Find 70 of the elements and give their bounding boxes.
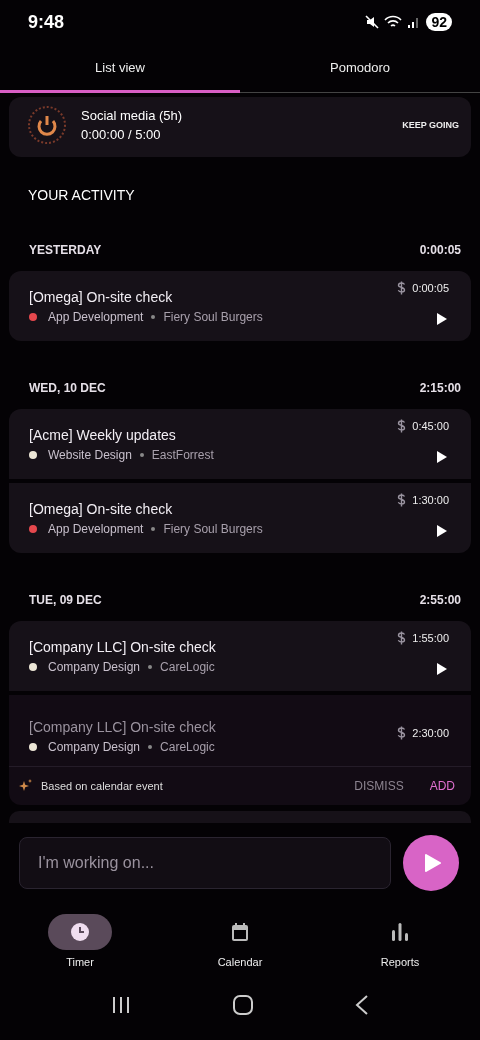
separator-dot — [148, 745, 153, 749]
home-icon[interactable] — [233, 995, 253, 1015]
dollar-icon — [397, 631, 407, 645]
time-entry-card[interactable]: [Omega] On-site check App Development Fiery Soul Burgers 0:00:05 — [9, 271, 471, 341]
separator-dot — [148, 665, 153, 669]
entry-title: [Company LLC] On-site check — [29, 639, 216, 655]
play-icon[interactable] — [437, 451, 447, 463]
recent-apps-icon[interactable] — [111, 996, 131, 1014]
client-name: CareLogic — [160, 660, 215, 674]
dismiss-button[interactable]: DISMISS — [354, 779, 404, 793]
client-name: Fiery Soul Burgers — [163, 522, 263, 536]
add-button[interactable]: ADD — [429, 779, 455, 793]
play-icon[interactable] — [437, 663, 447, 675]
entry-duration: 1:55:00 — [412, 632, 449, 644]
calendar-icon — [231, 922, 249, 942]
section-title: YOUR ACTIVITY — [28, 187, 136, 203]
keep-going-button[interactable]: KEEP GOING — [400, 120, 461, 130]
start-timer-button[interactable] — [403, 835, 459, 891]
clock-icon — [70, 922, 90, 942]
time-entry-card[interactable]: [Acme] Weekly updates Website Design EastForrest 0:45:00 — [9, 409, 471, 479]
project-name: App Development — [48, 310, 144, 324]
project-name: App Development — [48, 522, 144, 536]
client-name: CareLogic — [160, 740, 215, 754]
tab[interactable]: List view — [0, 44, 240, 93]
power-ring-icon — [27, 105, 67, 145]
entry-duration: 0:00:05 — [412, 282, 449, 294]
entry-title: [Omega] On-site check — [29, 289, 174, 305]
dollar-icon — [397, 725, 407, 740]
dollar-icon — [397, 419, 407, 433]
day-label: WED, 10 DEC — [29, 381, 106, 395]
bar-chart-icon — [391, 922, 409, 942]
play-icon[interactable] — [437, 525, 447, 537]
suggestion-note: Based on calendar event — [41, 780, 164, 792]
time-entry-card[interactable]: [Company LLC] On-site check Company Design CareLogic 2:30:00 Based on calendar event DISMISS ADD — [9, 695, 471, 805]
day-label: YESTERDAY — [29, 243, 102, 257]
dollar-icon — [397, 281, 407, 295]
status-time: 9:48 — [28, 11, 65, 33]
entry-title: [Company LLC] On-site check — [29, 719, 216, 735]
mute-icon — [365, 15, 380, 29]
dollar-icon — [397, 493, 407, 507]
client-name: EastForrest — [151, 448, 214, 462]
time-entry-card[interactable]: [Company LLC] On-site check Company Design CareLogic 1:55:00 — [9, 621, 471, 691]
nav-item[interactable]: Reports — [355, 914, 445, 970]
back-icon[interactable] — [355, 995, 369, 1015]
separator-dot — [139, 453, 144, 457]
entry-duration: 2:30:00 — [412, 726, 449, 739]
nav-item[interactable]: Calendar — [195, 914, 285, 970]
day-total: 2:55:00 — [419, 593, 461, 607]
entry-duration: 0:45:00 — [412, 420, 449, 432]
battery-level: 92 — [426, 13, 452, 31]
project-name: Company Design — [48, 660, 141, 674]
separator-dot — [151, 527, 156, 531]
client-name: Fiery Soul Burgers — [163, 310, 263, 324]
separator-dot — [151, 315, 156, 319]
play-icon[interactable] — [437, 313, 447, 325]
tab[interactable]: Pomodoro — [240, 44, 480, 93]
day-total: 0:00:05 — [419, 243, 461, 257]
entry-title: [Acme] Weekly updates — [29, 427, 177, 443]
time-entry-card[interactable]: [Omega] On-site check App Development Fiery Soul Burgers 1:30:00 — [9, 483, 471, 553]
goal-title: Social media (5h) — [81, 108, 184, 123]
nav-item[interactable]: Timer — [35, 914, 125, 970]
entry-duration: 1:30:00 — [412, 494, 449, 506]
day-total: 2:15:00 — [419, 381, 461, 395]
project-name: Website Design — [48, 448, 132, 462]
day-label: TUE, 09 DEC — [29, 593, 102, 607]
project-name: Company Design — [48, 740, 141, 754]
description-input-field[interactable]: I'm working on... — [19, 837, 391, 889]
wifi-icon — [384, 15, 403, 29]
play-icon — [425, 854, 441, 872]
entry-title: [Omega] On-site check — [29, 501, 174, 517]
